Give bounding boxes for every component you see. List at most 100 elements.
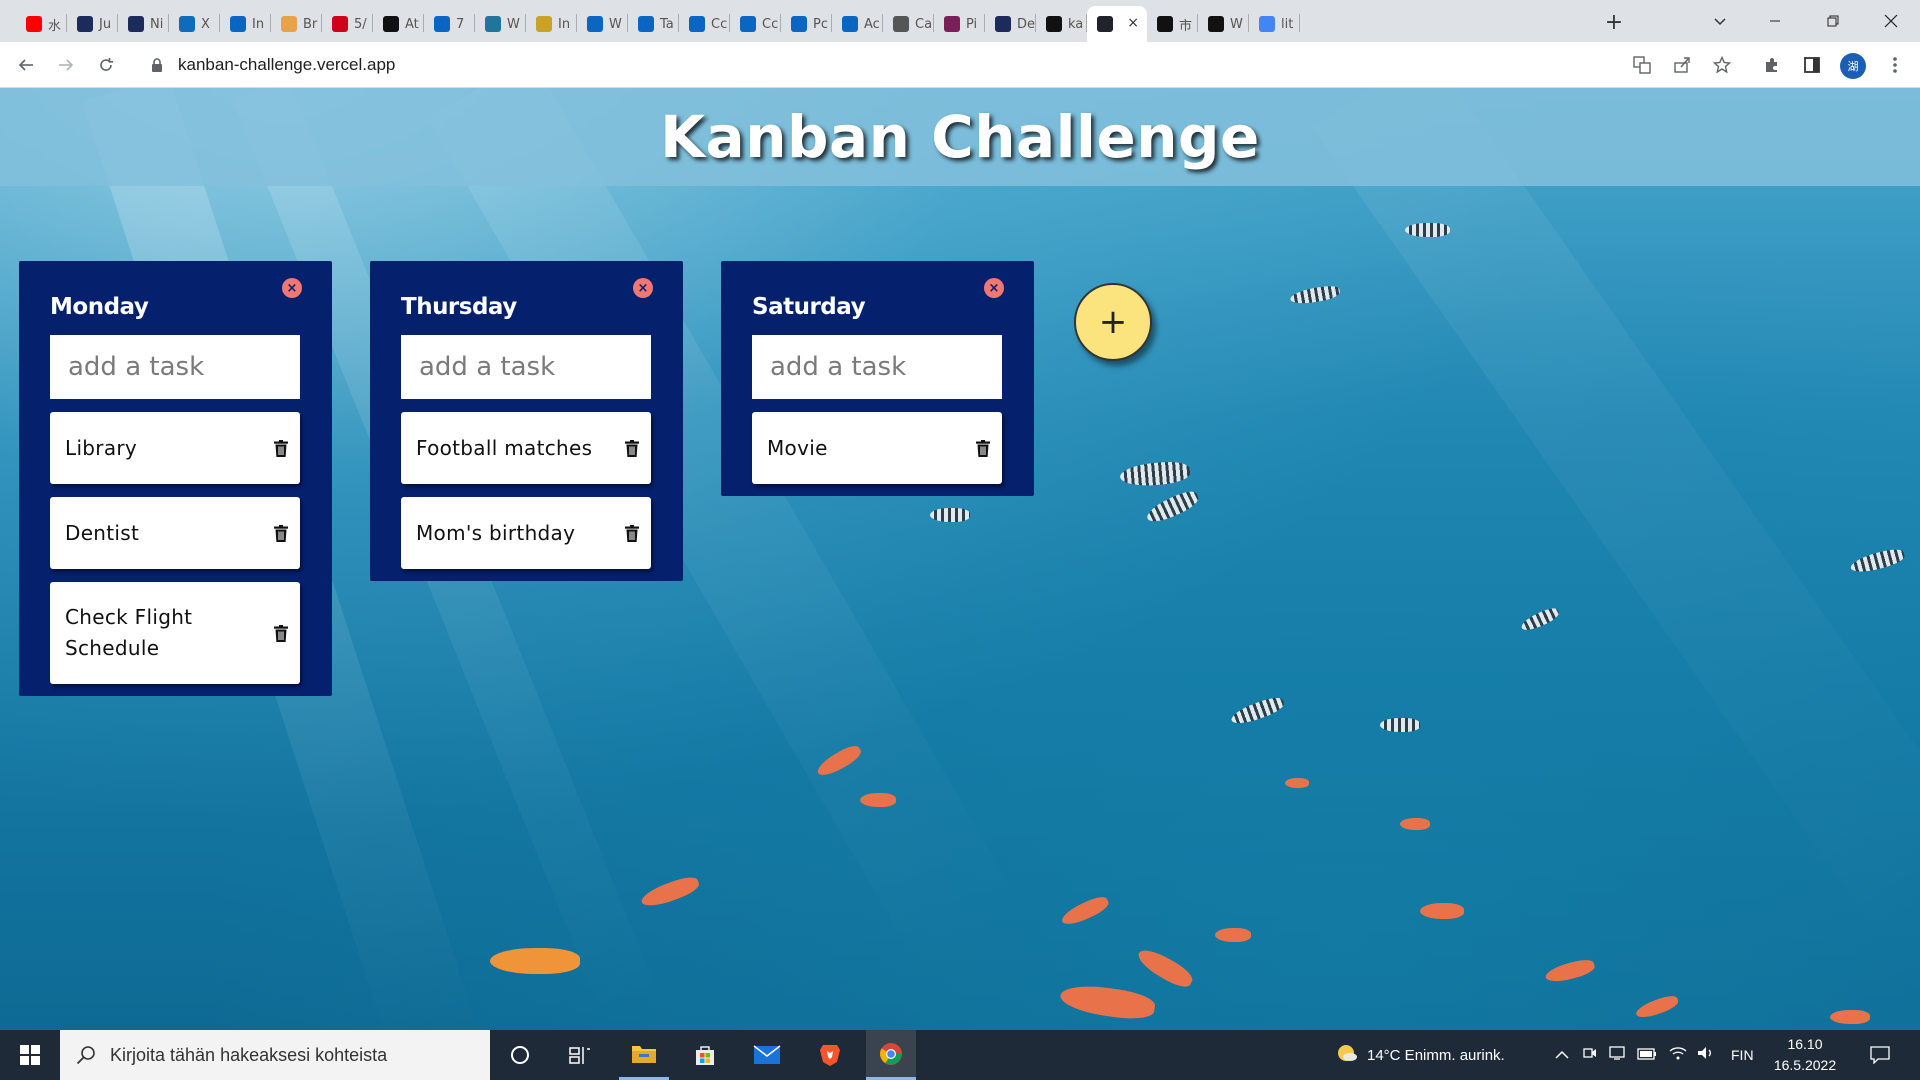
translate-icon[interactable] xyxy=(1631,54,1653,76)
tab-title: W xyxy=(507,16,520,32)
back-arrow-icon[interactable] xyxy=(12,51,40,79)
reload-icon[interactable] xyxy=(92,51,120,79)
browser-tab[interactable]: 5/ xyxy=(322,6,373,42)
microsoft-store-icon[interactable] xyxy=(680,1030,730,1080)
linkedin-icon xyxy=(638,16,654,32)
tab-search-icon[interactable] xyxy=(1695,6,1745,36)
tab-title: X xyxy=(201,16,210,32)
browser-tab[interactable]: De xyxy=(985,6,1036,42)
bookmark-star-icon[interactable] xyxy=(1711,54,1733,76)
windows-start-icon[interactable] xyxy=(0,1030,60,1080)
browser-tab[interactable]: Ju xyxy=(67,6,118,42)
windows-taskbar: Kirjoita tähän hakeaksesi kohteista 14°C… xyxy=(0,1030,1920,1080)
browser-tab[interactable]: In xyxy=(526,6,577,42)
brave-browser-icon[interactable] xyxy=(805,1030,855,1080)
browser-tab[interactable]: W xyxy=(577,6,628,42)
display-icon[interactable] xyxy=(1609,1046,1625,1064)
close-window-icon[interactable] xyxy=(1866,6,1916,36)
clock-time: 16.10 xyxy=(1787,1036,1823,1052)
task-card[interactable]: Mom's birthday xyxy=(401,497,651,569)
system-tray-icons[interactable]: FIN xyxy=(1555,1030,1754,1080)
kebab-menu-icon[interactable] xyxy=(1884,54,1906,76)
trash-icon[interactable] xyxy=(272,623,290,643)
browser-tab[interactable]: Ca xyxy=(883,6,934,42)
browser-tab[interactable]: Br xyxy=(271,6,322,42)
weather-widget[interactable]: 14°C Enimm. aurink. xyxy=(1335,1030,1505,1080)
delete-column-button[interactable]: × xyxy=(282,278,302,298)
language-indicator[interactable]: FIN xyxy=(1731,1047,1754,1063)
wifi-icon[interactable] xyxy=(1669,1046,1687,1064)
taskbar-search[interactable]: Kirjoita tähän hakeaksesi kohteista xyxy=(60,1030,490,1080)
task-card[interactable]: Movie xyxy=(752,412,1002,484)
fish-image xyxy=(490,948,580,974)
delete-column-button[interactable]: × xyxy=(984,278,1004,298)
add-task-input[interactable] xyxy=(401,335,651,399)
side-panel-icon[interactable] xyxy=(1801,54,1823,76)
chrome-icon[interactable] xyxy=(866,1030,916,1080)
tab-title: Cc xyxy=(762,16,779,32)
chevron-up-icon[interactable] xyxy=(1555,1047,1569,1064)
linkedin-icon xyxy=(587,16,603,32)
tab-title: In xyxy=(252,16,265,32)
tab-title: Cc xyxy=(711,16,728,32)
clock-date: 16.5.2022 xyxy=(1773,1057,1837,1073)
delete-column-button[interactable]: × xyxy=(633,278,653,298)
linkedin-icon xyxy=(740,16,756,32)
clock[interactable]: 16.10 16.5.2022 xyxy=(1770,1034,1840,1076)
task-card[interactable]: Library xyxy=(50,412,300,484)
react-icon xyxy=(1097,16,1113,32)
trash-icon[interactable] xyxy=(272,523,290,543)
file-explorer-icon[interactable] xyxy=(619,1030,669,1080)
meet-now-icon[interactable] xyxy=(1583,1046,1597,1064)
add-task-input[interactable] xyxy=(752,335,1002,399)
browser-tab[interactable]: In xyxy=(220,6,271,42)
linkedin-icon xyxy=(230,16,246,32)
notifications-icon[interactable] xyxy=(1855,1030,1905,1080)
browser-tab[interactable]: Ni xyxy=(118,6,169,42)
profile-avatar[interactable]: 湖 xyxy=(1840,53,1866,79)
cortana-icon[interactable] xyxy=(495,1030,545,1080)
browser-tab[interactable]: Cc xyxy=(730,6,781,42)
browser-tab[interactable]: 市 xyxy=(1147,6,1198,42)
task-card[interactable]: Check Flight Schedule xyxy=(50,582,300,684)
browser-tab[interactable]: Cc xyxy=(679,6,730,42)
mail-icon[interactable] xyxy=(742,1030,792,1080)
volume-icon[interactable] xyxy=(1697,1046,1715,1064)
add-task-input[interactable] xyxy=(50,335,300,399)
browser-tab[interactable]: 7 xyxy=(424,6,475,42)
trash-icon[interactable] xyxy=(272,438,290,458)
minimize-icon[interactable] xyxy=(1750,6,1800,36)
browser-tab[interactable]: ka xyxy=(1036,6,1087,42)
task-view-icon[interactable] xyxy=(555,1030,605,1080)
battery-icon[interactable] xyxy=(1637,1047,1657,1064)
generic-icon xyxy=(1046,16,1062,32)
kanban-column: Saturday × Movie xyxy=(721,261,1034,496)
address-bar[interactable]: kanban-challenge.vercel.app xyxy=(140,48,1670,82)
trash-icon[interactable] xyxy=(623,523,641,543)
browser-tab[interactable]: Ac xyxy=(832,6,883,42)
extensions-puzzle-icon[interactable] xyxy=(1761,54,1783,76)
tab-title: lit xyxy=(1281,16,1294,32)
new-tab-button[interactable]: + xyxy=(1600,8,1628,36)
forward-arrow-icon[interactable] xyxy=(52,51,80,79)
browser-tab[interactable]: 水 xyxy=(16,6,67,42)
browser-tab[interactable]: Ta xyxy=(628,6,679,42)
restore-icon[interactable] xyxy=(1808,6,1858,36)
browser-tab[interactable]: W xyxy=(1198,6,1249,42)
add-column-button[interactable]: + xyxy=(1074,283,1152,361)
browser-tab[interactable]: X xyxy=(169,6,220,42)
browser-tab[interactable]: × xyxy=(1087,6,1147,42)
browser-tab[interactable]: W xyxy=(475,6,526,42)
task-card[interactable]: Dentist xyxy=(50,497,300,569)
trash-icon[interactable] xyxy=(974,438,992,458)
wordpress-icon xyxy=(485,16,501,32)
browser-tab[interactable]: lit xyxy=(1249,6,1300,42)
task-card[interactable]: Football matches xyxy=(401,412,651,484)
browser-tab[interactable]: Pc xyxy=(781,6,832,42)
share-icon[interactable] xyxy=(1671,54,1693,76)
trash-icon[interactable] xyxy=(623,438,641,458)
tab-close-icon[interactable]: × xyxy=(1127,15,1139,31)
browser-tab[interactable]: At xyxy=(373,6,424,42)
lock-icon[interactable] xyxy=(148,56,166,74)
browser-tab[interactable]: Pi xyxy=(934,6,985,42)
